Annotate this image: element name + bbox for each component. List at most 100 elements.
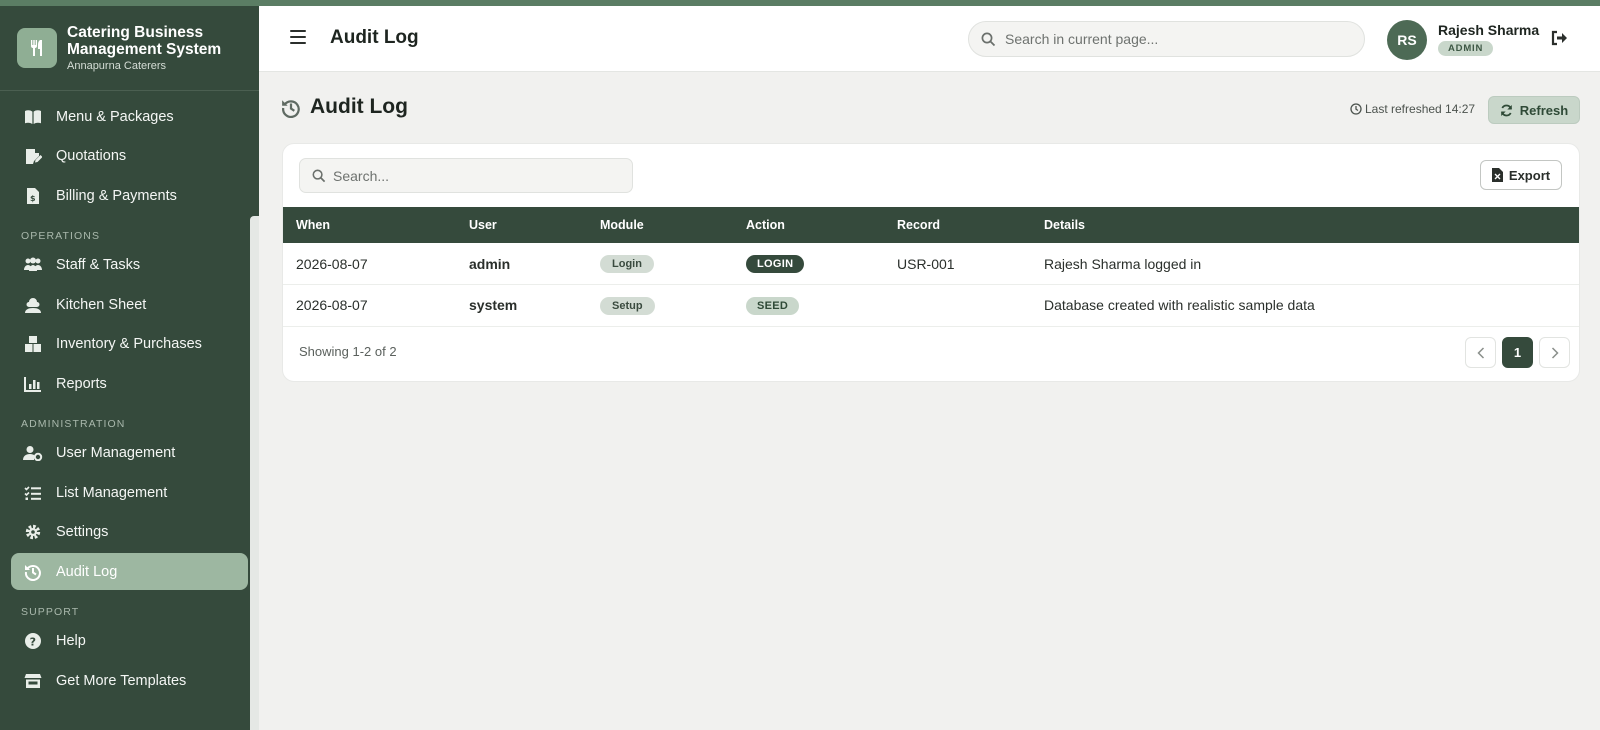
refresh-button[interactable]: Refresh: [1488, 96, 1580, 124]
action-badge: LOGIN: [746, 255, 805, 273]
table-search: [299, 158, 633, 193]
table-search-input[interactable]: [333, 159, 623, 192]
brand-title-line2: Management System: [67, 41, 222, 59]
sidebar-item-user-management[interactable]: User Management: [11, 435, 248, 472]
excel-file-icon: [1491, 168, 1503, 182]
cell-details: Rajesh Sharma logged in: [1044, 255, 1202, 272]
top-header: Audit Log RS Rajesh Sharma ADMIN: [259, 6, 1600, 72]
sidebar-item-label: User Management: [56, 445, 176, 461]
utensils-icon: [17, 28, 57, 68]
hamburger-menu-icon[interactable]: [290, 30, 306, 44]
table-header-row: When User Module Action Record Details: [283, 207, 1579, 243]
user-gear-icon: [23, 443, 43, 463]
avatar[interactable]: RS: [1387, 20, 1427, 60]
table-row[interactable]: 2026-08-07 system Setup SEED Database cr…: [283, 285, 1579, 327]
refresh-icon: [1500, 104, 1512, 116]
gear-icon: [23, 522, 43, 542]
last-refreshed-text: Last refreshed 14:27: [1365, 102, 1476, 116]
users-icon: [23, 255, 43, 275]
brand-title-line1: Catering Business: [67, 24, 204, 42]
column-header-action[interactable]: Action: [746, 207, 897, 243]
edit-document-icon: [23, 146, 43, 166]
sidebar-scrollbar[interactable]: [250, 216, 259, 730]
table-row[interactable]: 2026-08-07 admin Login LOGIN USR-001 Raj…: [283, 243, 1579, 285]
sidebar-item-label: Staff & Tasks: [56, 257, 141, 273]
chevron-left-icon: [1476, 346, 1484, 359]
sidebar: Catering Business Management System Anna…: [0, 6, 259, 730]
sidebar-item-get-more-templates[interactable]: Get More Templates: [11, 662, 248, 699]
sidebar-item-label: Kitchen Sheet: [56, 296, 147, 313]
sidebar-item-label: Billing & Payments: [56, 187, 177, 204]
pagination: 1: [1459, 337, 1570, 368]
sidebar-item-label: Settings: [56, 524, 109, 540]
sidebar-item-label: Inventory & Purchases: [56, 336, 202, 352]
sidebar-item-reports[interactable]: Reports: [11, 365, 248, 402]
cell-details: Database created with realistic sample d…: [1044, 297, 1315, 314]
invoice-icon: $: [23, 186, 43, 206]
chevron-right-icon: [1551, 346, 1559, 359]
boxes-icon: [23, 334, 43, 354]
sidebar-nav: Menu & Packages Quotations $ Billing & P…: [0, 91, 259, 699]
cell-user: system: [469, 297, 518, 314]
chef-icon: [23, 295, 43, 315]
export-label: Export: [1508, 167, 1551, 183]
cell-user: admin: [469, 255, 511, 272]
history-icon: [281, 98, 301, 123]
section-heading-administration: ADMINISTRATION: [21, 417, 126, 430]
brand-subtitle: Annapurna Caterers: [67, 59, 167, 72]
section-heading-support: SUPPORT: [21, 605, 80, 618]
cell-when: 2026-08-07: [296, 255, 368, 272]
book-icon: [23, 107, 43, 127]
sidebar-item-label: Quotations: [56, 148, 127, 164]
module-badge: Login: [600, 255, 654, 273]
sidebar-item-list-management[interactable]: List Management: [11, 474, 248, 511]
header-search: [968, 21, 1365, 57]
clock-icon: [1350, 103, 1362, 115]
user-name: Rajesh Sharma: [1438, 22, 1540, 38]
sidebar-item-label: List Management: [56, 484, 168, 501]
audit-log-table: When User Module Action Record Details 2…: [283, 207, 1579, 327]
header-title: Audit Log: [330, 27, 419, 48]
column-header-details[interactable]: Details: [1044, 207, 1579, 243]
list-check-icon: [23, 483, 43, 503]
action-badge: SEED: [746, 296, 800, 315]
sidebar-item-audit-log[interactable]: Audit Log: [11, 553, 248, 590]
refresh-label: Refresh: [1519, 102, 1569, 118]
page-button-current[interactable]: 1: [1502, 337, 1533, 368]
column-header-user[interactable]: User: [469, 207, 600, 243]
export-button[interactable]: Export: [1480, 160, 1562, 190]
module-badge: Setup: [600, 296, 655, 315]
svg-text:$: $: [30, 194, 36, 203]
history-icon: [23, 562, 43, 582]
cell-record: [897, 285, 1044, 327]
sidebar-item-kitchen-sheet[interactable]: Kitchen Sheet: [11, 286, 248, 323]
cell-record: USR-001: [897, 255, 955, 272]
prev-page-button[interactable]: [1465, 337, 1496, 368]
role-badge: ADMIN: [1438, 41, 1494, 56]
sidebar-item-settings[interactable]: Settings: [11, 514, 248, 551]
pagination-summary: Showing 1-2 of 2: [299, 344, 397, 359]
sidebar-item-menu-packages[interactable]: Menu & Packages: [11, 98, 248, 135]
page-title: Audit Log: [310, 95, 408, 118]
sidebar-item-inventory-purchases[interactable]: Inventory & Purchases: [11, 326, 248, 363]
column-header-when[interactable]: When: [283, 207, 469, 243]
header-search-input[interactable]: [1005, 22, 1355, 56]
sidebar-item-label: Reports: [56, 375, 107, 392]
column-header-record[interactable]: Record: [897, 207, 1044, 243]
logout-icon[interactable]: [1550, 30, 1568, 51]
column-header-module[interactable]: Module: [600, 207, 746, 243]
sidebar-item-billing-payments[interactable]: $ Billing & Payments: [11, 177, 248, 214]
audit-log-card: Export When User Module Action Record De…: [282, 143, 1580, 382]
sidebar-item-quotations[interactable]: Quotations: [11, 138, 248, 175]
cell-when: 2026-08-07: [296, 297, 368, 314]
next-page-button[interactable]: [1539, 337, 1570, 368]
sidebar-item-label: Menu & Packages: [56, 108, 174, 125]
section-heading-operations: OPERATIONS: [21, 229, 101, 242]
sidebar-item-staff-tasks[interactable]: Staff & Tasks: [11, 247, 248, 284]
sidebar-item-label: Audit Log: [56, 563, 118, 580]
bar-chart-icon: [23, 374, 43, 394]
question-circle-icon: ?: [23, 631, 43, 651]
last-refreshed: Last refreshed 14:27: [1350, 102, 1475, 116]
sidebar-item-label: Help: [56, 633, 86, 649]
sidebar-item-help[interactable]: ? Help: [11, 623, 248, 660]
